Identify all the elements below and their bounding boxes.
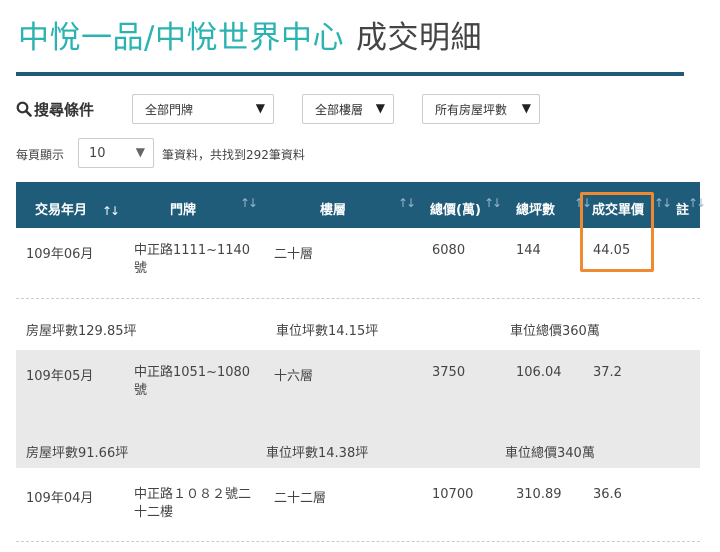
cell-date: 109年05月 [26, 369, 94, 384]
row-divider [16, 541, 700, 542]
title-divider [16, 72, 684, 76]
detail-house-area: 房屋坪數91.66坪 [26, 446, 129, 461]
unit-price-highlight-box [580, 192, 654, 272]
cell-unit-price: 37.2 [593, 365, 622, 380]
sort-icon[interactable]: ↑↓ [484, 196, 502, 210]
cell-total-area: 310.89 [516, 487, 562, 502]
floor-select[interactable]: 全部樓層 ▼ [302, 94, 394, 124]
per-page-select[interactable]: 10 ▼ [78, 138, 154, 168]
search-conditions: 搜尋條件 [16, 94, 94, 124]
sort-icon[interactable]: ↑↓ [240, 196, 258, 210]
house-area-select[interactable]: 所有房屋坪數 ▼ [422, 94, 540, 124]
cell-floor: 十六層 [274, 369, 314, 384]
table-row: 109年05月 中正路1051~1080號 十六層 3750 106.04 37… [16, 350, 700, 420]
cell-address: 中正路1111~1140號 [134, 243, 251, 276]
row-detail: 房屋坪數91.66坪 車位坪數14.38坪 車位總價340萬 [16, 420, 700, 468]
table-row: 109年04月 中正路１０８２號二十二樓 二十二層 10700 310.89 3… [16, 474, 700, 540]
cell-date: 109年06月 [26, 247, 94, 262]
cell-address: 中正路1051~1080號 [134, 365, 251, 398]
cell-total-price: 6080 [432, 243, 466, 258]
result-count: 筆資料，共找到292筆資料 [162, 148, 305, 162]
row-divider [16, 298, 700, 299]
row-detail: 房屋坪數129.85坪 車位坪數14.15坪 車位總價360萬 [16, 310, 700, 346]
search-icon [16, 101, 32, 117]
cell-total-area: 106.04 [516, 365, 562, 380]
header-total-price[interactable]: 總價(萬) [430, 199, 481, 218]
dropdown-arrow-icon: ▼ [135, 145, 145, 159]
header-date[interactable]: 交易年月 [35, 199, 87, 218]
cell-date: 109年04月 [26, 491, 94, 506]
cell-unit-price: 36.6 [593, 487, 622, 502]
sort-icon[interactable]: ↑↓ [654, 196, 672, 210]
cell-floor: 二十層 [274, 247, 314, 262]
cell-total-price: 3750 [432, 365, 466, 380]
search-label: 搜尋條件 [16, 99, 94, 120]
header-total-area[interactable]: 總坪數 [516, 199, 555, 218]
header-address[interactable]: 門牌 [170, 199, 196, 218]
per-page-label: 每頁顯示 [16, 148, 65, 162]
cell-floor: 二十二層 [274, 491, 327, 506]
sort-icon[interactable]: ↑↓ [102, 204, 120, 218]
cell-total-area: 144 [516, 243, 541, 258]
dropdown-arrow-icon: ▼ [375, 101, 385, 115]
detail-parking-area: 車位坪數14.38坪 [266, 446, 369, 461]
section-title: 成交明細 [355, 20, 482, 56]
dropdown-arrow-icon: ▼ [255, 101, 265, 115]
detail-house-area: 房屋坪數129.85坪 [26, 324, 137, 339]
building-name: 中悅一品/中悅世界中心 [18, 20, 344, 56]
sort-icon[interactable]: ↑↓ [688, 196, 706, 210]
page-title: 中悅一品/中悅世界中心 成交明細 [18, 12, 482, 57]
header-floor[interactable]: 樓層 [320, 199, 346, 218]
door-plate-select[interactable]: 全部門牌 ▼ [132, 94, 274, 124]
detail-parking-area: 車位坪數14.15坪 [276, 324, 379, 339]
detail-parking-price: 車位總價340萬 [505, 446, 595, 461]
dropdown-arrow-icon: ▼ [521, 101, 531, 115]
detail-parking-price: 車位總價360萬 [510, 324, 600, 339]
cell-address: 中正路１０８２號二十二樓 [134, 487, 252, 520]
sort-icon[interactable]: ↑↓ [398, 196, 416, 210]
cell-total-price: 10700 [432, 487, 474, 502]
